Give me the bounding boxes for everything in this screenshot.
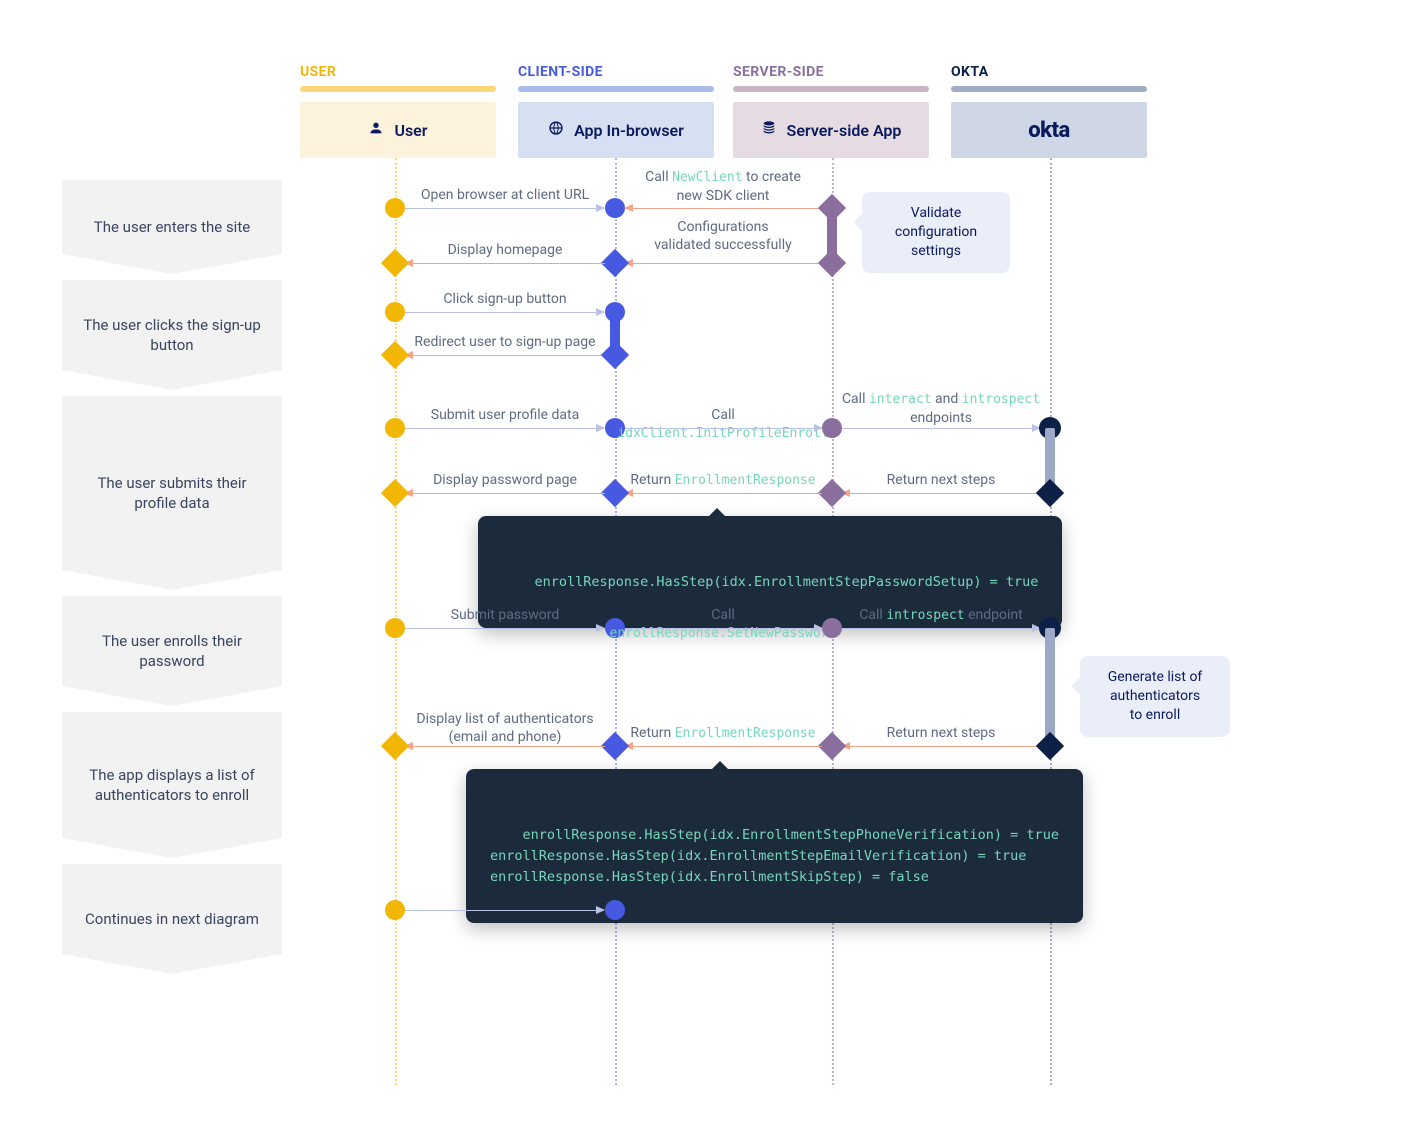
globe-icon: [548, 120, 564, 140]
arrow-set-new-password: [625, 628, 822, 629]
category-underline-server: [733, 86, 929, 92]
msg-return-next-steps-1: Return next steps: [841, 471, 1041, 489]
arrow-return-next-2: [842, 746, 1040, 747]
step-label: The user submits their profile data: [82, 473, 262, 514]
msg-init-profile: Call idxClient.InitProfileEnroll: [613, 406, 833, 443]
person-icon: [368, 120, 384, 140]
step-continues: Continues in next diagram: [62, 864, 282, 974]
step-enters-site: The user enters the site: [62, 180, 282, 274]
arrow-display-list-auth: [405, 746, 605, 747]
lane-user: User: [300, 102, 496, 158]
callout-line: to enroll: [1098, 706, 1212, 725]
arrow-continues: [404, 910, 604, 911]
arrow-submit-password: [404, 628, 604, 629]
msg-introspect: Call introspect endpoint: [841, 606, 1041, 625]
arrow-introspect: [842, 628, 1040, 629]
step-displays-authenticators: The app displays a list of authenticator…: [62, 712, 282, 858]
callout-line: Generate list of: [1098, 668, 1212, 687]
category-underline-user: [300, 86, 496, 92]
node-user-5: [385, 418, 405, 438]
msg-return-enroll-1: Return EnrollmentResponse: [613, 471, 833, 490]
lane-server: Server-side App: [733, 102, 929, 158]
msg-new-client: Call NewClient to create new SDK client: [618, 168, 828, 205]
step-label: The user enters the site: [94, 217, 250, 237]
step-enrolls-password: The user enrolls their password: [62, 596, 282, 706]
step-submits-profile: The user submits their profile data: [62, 396, 282, 590]
callout-line: settings: [880, 242, 992, 261]
lane-client: App In-browser: [518, 102, 714, 158]
msg-config-validated: Configurations validated successfully: [623, 218, 823, 254]
step-label: The user clicks the sign-up button: [82, 315, 262, 356]
step-clicks-signup: The user clicks the sign-up button: [62, 280, 282, 390]
step-label: Continues in next diagram: [85, 909, 259, 929]
node-user-9: [385, 900, 405, 920]
msg-interact: Call interact and introspect endpoints: [831, 390, 1051, 427]
lane-okta: okta: [951, 102, 1147, 158]
msg-redirect-signup: Redirect user to sign-up page: [395, 333, 615, 351]
msg-open-browser: Open browser at client URL: [405, 186, 605, 204]
arrow-init-profile: [625, 428, 822, 429]
category-underline-client: [518, 86, 714, 92]
msg-click-signup: Click sign-up button: [405, 290, 605, 308]
arrow-display-homepage: [405, 263, 605, 264]
sequence-diagram-canvas: The user enters the site The user clicks…: [0, 0, 1424, 1145]
node-user-3: [385, 302, 405, 322]
msg-display-list-auth: Display list of authenticators (email an…: [395, 710, 615, 746]
msg-return-next-steps-2: Return next steps: [841, 724, 1041, 742]
lane-label: App In-browser: [574, 121, 684, 140]
step-label: The app displays a list of authenticator…: [82, 765, 262, 806]
msg-return-enroll-2: Return EnrollmentResponse: [613, 724, 833, 743]
database-icon: [761, 120, 777, 140]
category-label-server: SERVER-SIDE: [733, 64, 824, 80]
category-underline-okta: [951, 86, 1147, 92]
arrow-redirect-signup: [405, 355, 605, 356]
arrow-config-validated: [625, 263, 822, 264]
arrow-open-browser: [404, 208, 604, 209]
msg-submit-password: Submit password: [405, 606, 605, 624]
lane-label: User: [394, 121, 427, 140]
node-user-7: [385, 618, 405, 638]
arrow-return-enroll-2: [625, 746, 822, 747]
arrow-interact: [842, 428, 1040, 429]
code-text: enrollResponse.HasStep(idx.EnrollmentSte…: [535, 574, 1039, 590]
callout-validate: Validate configuration settings: [862, 192, 1010, 273]
category-label-client: CLIENT-SIDE: [518, 64, 603, 80]
msg-submit-profile: Submit user profile data: [405, 406, 605, 424]
msg-set-new-password: Call enrollResponse.SetNewPassword: [603, 606, 843, 643]
arrow-click-signup: [404, 312, 604, 313]
msg-display-homepage: Display homepage: [405, 241, 605, 259]
node-client-9: [605, 900, 625, 920]
activation-okta-generate: [1045, 628, 1055, 746]
arrow-new-client: [625, 208, 822, 209]
lane-label: okta: [1028, 118, 1070, 143]
code-block-auth-list: enrollResponse.HasStep(idx.EnrollmentSte…: [466, 769, 1083, 923]
callout-generate-auth: Generate list of authenticators to enrol…: [1080, 656, 1230, 737]
node-server-7: [822, 618, 842, 638]
step-label: The user enrolls their password: [82, 631, 262, 672]
category-label-okta: OKTA: [951, 64, 989, 80]
node-user-1: [385, 198, 405, 218]
category-label-user: USER: [300, 64, 336, 80]
arrow-return-enroll-1: [625, 493, 822, 494]
callout-line: authenticators: [1098, 687, 1212, 706]
arrow-submit-profile: [404, 428, 604, 429]
lane-label: Server-side App: [787, 121, 902, 140]
code-text: enrollResponse.HasStep(idx.EnrollmentSte…: [490, 827, 1059, 885]
callout-line: Validate: [880, 204, 992, 223]
arrow-display-password: [405, 493, 605, 494]
msg-display-password-page: Display password page: [405, 471, 605, 489]
callout-line: configuration: [880, 223, 992, 242]
arrow-return-next-1: [842, 493, 1040, 494]
